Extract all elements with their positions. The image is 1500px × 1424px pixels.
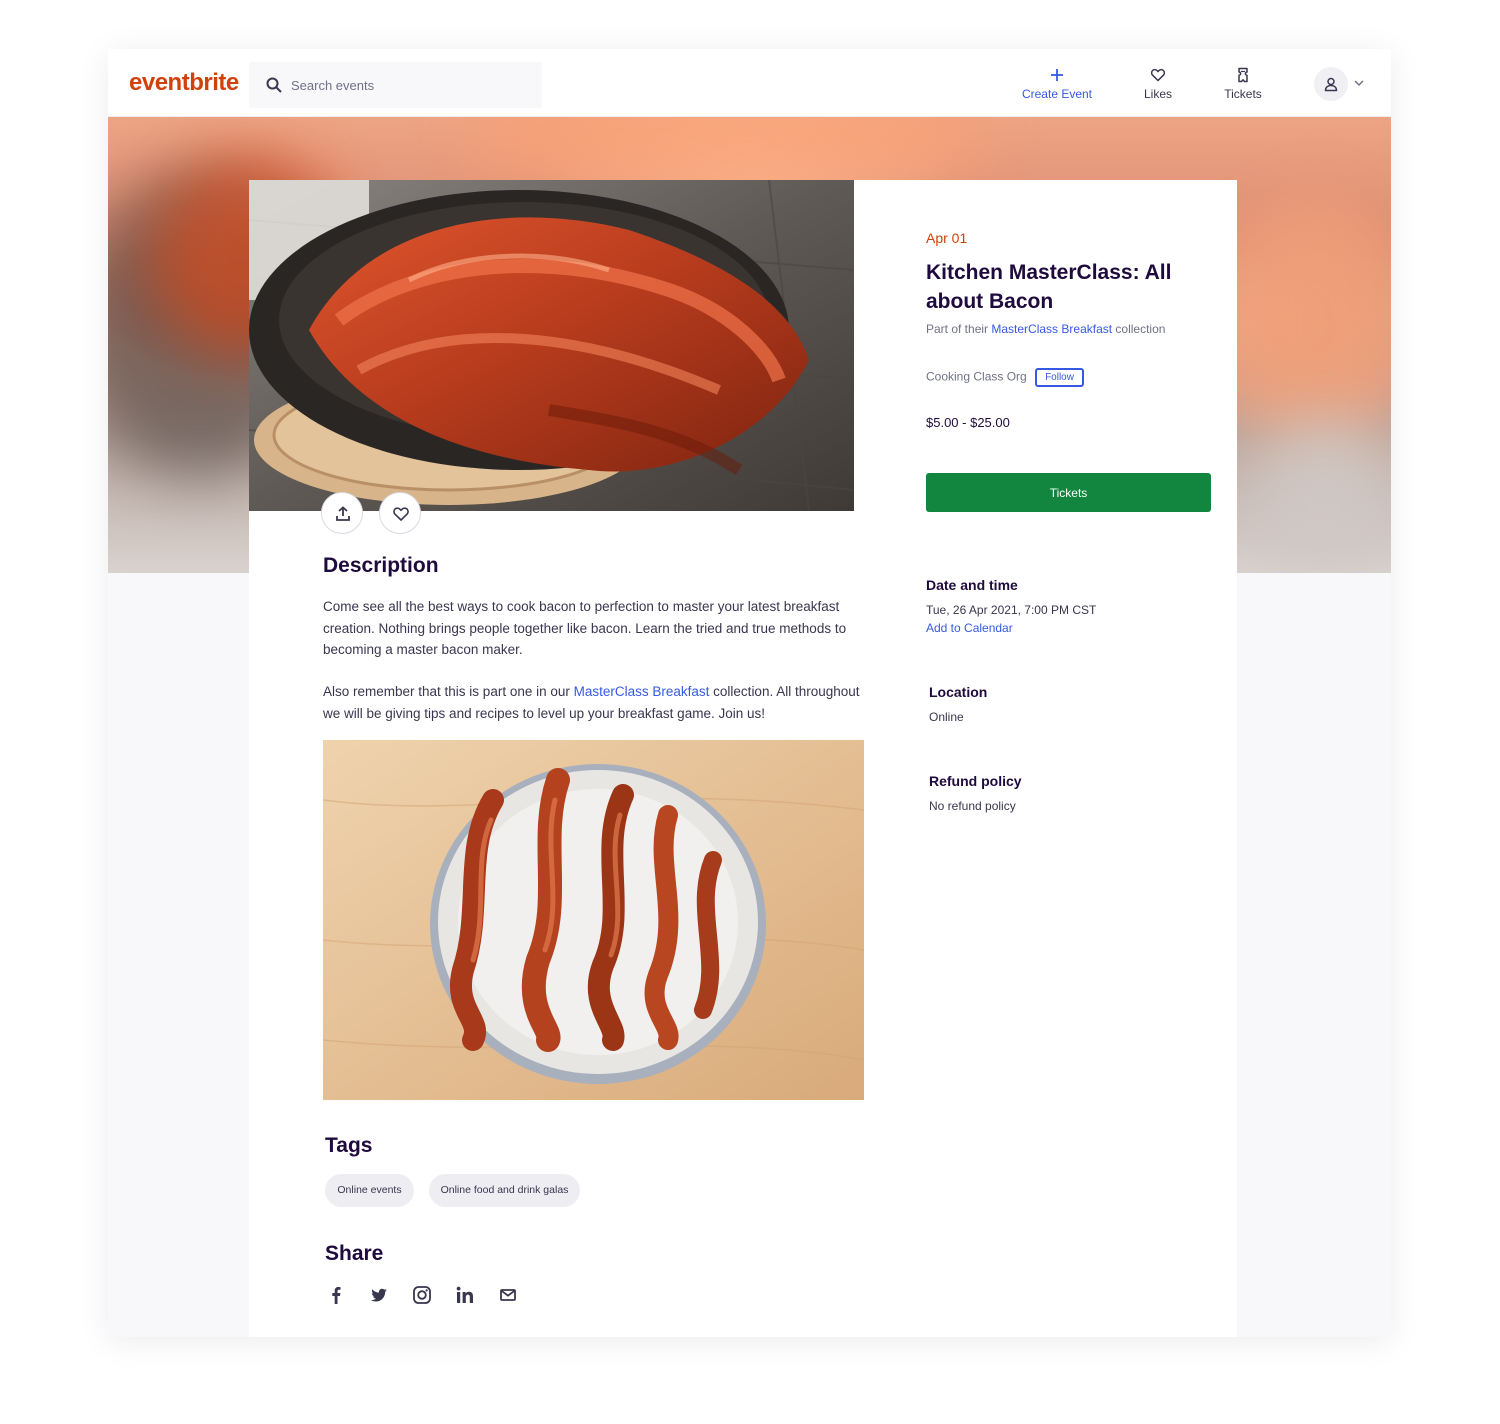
bacon-pan-image [249,180,854,511]
likes-button[interactable]: Likes [1138,67,1178,107]
heart-icon [1150,68,1166,82]
tickets-button[interactable]: Tickets [926,473,1211,512]
like-event-button[interactable] [379,492,421,534]
price-range: $5.00 - $25.00 [926,415,1010,430]
user-icon [1324,77,1338,92]
user-avatar-button[interactable] [1314,67,1348,101]
location-heading: Location [929,684,988,700]
search-icon [266,77,282,93]
create-event-button[interactable]: Create Event [1014,67,1100,107]
search-input[interactable] [291,74,521,96]
description-p2-prefix: Also remember that this is part one in o… [323,684,574,699]
location-value: Online [929,710,964,724]
description-collection-link[interactable]: MasterClass Breakfast [574,684,710,699]
event-hero-image [249,180,854,511]
event-date-short: Apr 01 [926,230,968,246]
event-card: Apr 01 Kitchen MasterClass: All about Ba… [249,180,1237,1337]
collection-prefix: Part of their [926,322,992,336]
refund-policy-section: Refund policy No refund policy [929,773,1022,813]
plus-icon [1051,69,1063,81]
bacon-plate-image [323,740,864,1100]
refund-policy-value: No refund policy [929,799,1016,813]
tags-heading: Tags [325,1134,373,1157]
create-event-label: Create Event [1021,87,1093,101]
share-heading: Share [325,1242,384,1265]
organizer-line: Cooking Class Org Follow [926,368,1084,387]
description-paragraph-2: Also remember that this is part one in o… [323,681,868,724]
twitter-icon[interactable] [368,1284,390,1306]
date-time-section: Date and time Tue, 26 Apr 2021, 7:00 PM … [926,577,1096,635]
ticket-icon [1238,67,1248,83]
heart-icon [393,507,409,521]
bacon-plate-illustration [323,740,864,1100]
search-bar[interactable] [249,62,542,108]
upload-share-icon [336,506,350,521]
facebook-icon[interactable] [325,1284,347,1306]
tag-online-events[interactable]: Online events [325,1174,414,1207]
follow-button[interactable]: Follow [1035,368,1084,387]
linkedin-icon[interactable] [454,1284,476,1306]
description-paragraph-1: Come see all the best ways to cook bacon… [323,599,847,657]
event-title: Kitchen MasterClass: All about Bacon [926,261,1172,313]
chevron-down-icon[interactable] [1354,79,1364,87]
add-to-calendar-link[interactable]: Add to Calendar [926,621,1096,635]
share-button[interactable] [321,492,363,534]
date-time-heading: Date and time [926,577,1018,593]
organizer-name[interactable]: Cooking Class Org [926,370,1027,384]
tickets-nav-button[interactable]: Tickets [1218,67,1268,107]
likes-label: Likes [1143,87,1172,101]
top-nav: eventbrite Create Event Likes [108,49,1391,117]
refund-policy-heading: Refund policy [929,773,1022,789]
description-heading: Description [323,554,439,577]
instagram-icon[interactable] [411,1284,433,1306]
collection-link[interactable]: MasterClass Breakfast [991,322,1112,336]
tag-online-food-drink-galas[interactable]: Online food and drink galas [429,1174,580,1207]
eventbrite-logo[interactable]: eventbrite [129,69,239,97]
email-icon[interactable] [497,1284,519,1306]
date-time-value: Tue, 26 Apr 2021, 7:00 PM CST [926,603,1097,617]
collection-line: Part of their MasterClass Breakfast coll… [926,322,1206,336]
location-section: Location Online [929,684,987,724]
browser-frame: eventbrite Create Event Likes [108,49,1391,1337]
tickets-nav-label: Tickets [1224,87,1262,101]
collection-suffix: collection [1112,322,1166,336]
